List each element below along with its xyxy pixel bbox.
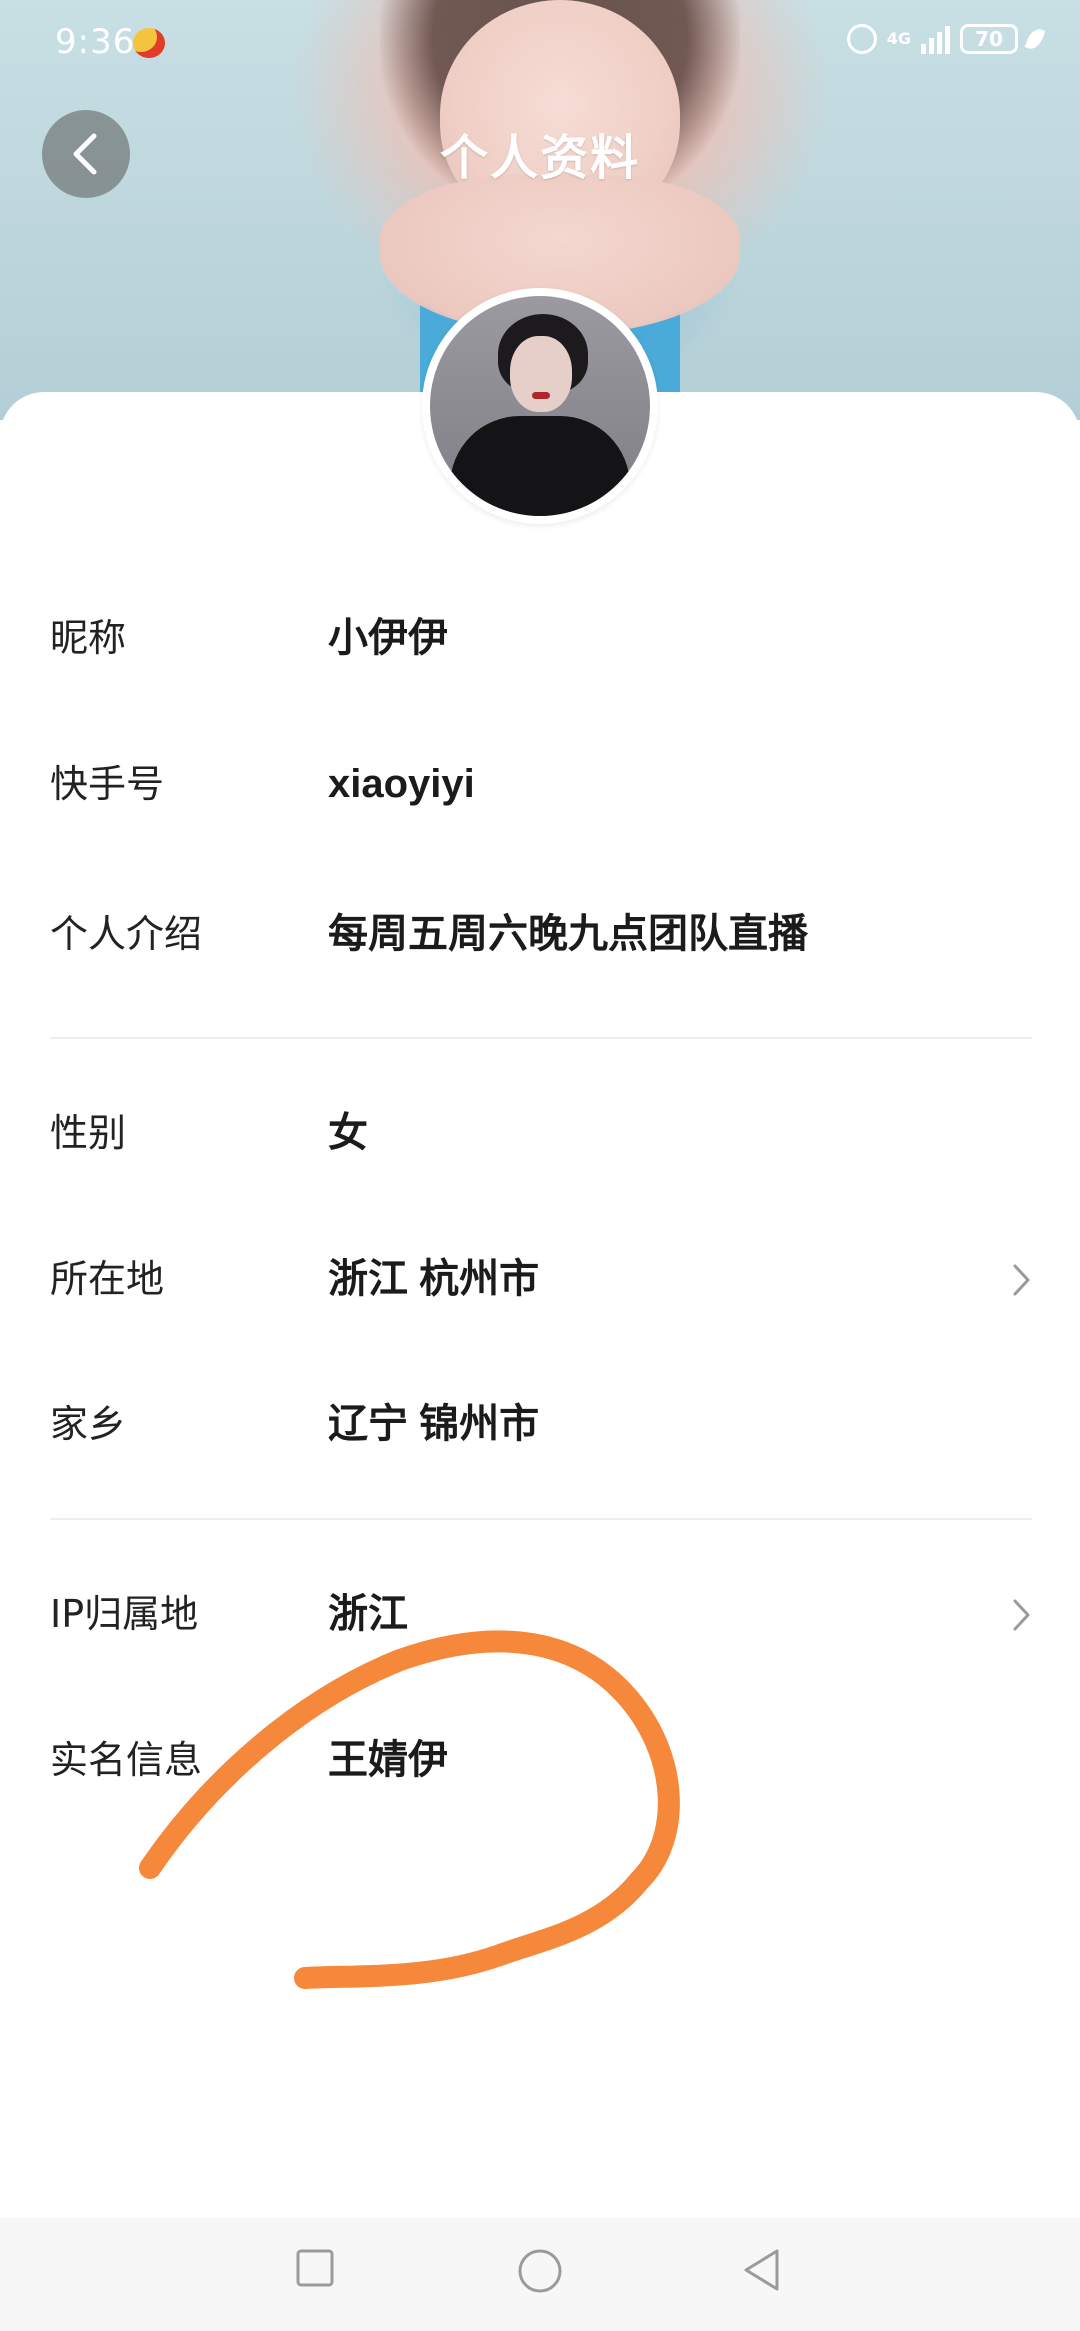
field-row-ip-location[interactable]: IP归属地 浙江 xyxy=(0,1574,1080,1654)
field-value: 小伊伊 xyxy=(328,616,448,660)
section-divider xyxy=(50,1037,1032,1039)
network-type: 4G xyxy=(886,29,911,48)
page-title: 个人资料 xyxy=(439,130,640,186)
leaf-icon xyxy=(1024,26,1046,52)
avatar[interactable] xyxy=(422,288,658,524)
section-divider xyxy=(50,1518,1032,1520)
field-row-hometown[interactable]: 家乡 辽宁 锦州市 xyxy=(0,1384,1080,1464)
avatar-photo xyxy=(430,296,650,516)
chevron-right-icon xyxy=(1013,1264,1030,1296)
field-label: 所在地 xyxy=(50,1257,165,1301)
alarm-icon xyxy=(846,24,877,54)
field-value: 辽宁 锦州市 xyxy=(328,1402,540,1446)
home-circle-icon[interactable] xyxy=(517,2248,563,2294)
field-row-real-name[interactable]: 实名信息 王婧伊 xyxy=(0,1720,1080,1800)
field-row-gender[interactable]: 性别 女 xyxy=(0,1093,1080,1173)
status-bar: 9:36 4G 70 xyxy=(0,0,1080,90)
field-row-location[interactable]: 所在地 浙江 杭州市 xyxy=(0,1239,1080,1319)
field-label: 实名信息 xyxy=(50,1738,203,1782)
back-triangle-icon[interactable] xyxy=(742,2248,782,2292)
field-value: 女 xyxy=(328,1111,368,1155)
field-label: 个人介绍 xyxy=(50,912,203,956)
field-value: 王婧伊 xyxy=(328,1738,448,1782)
field-value: 浙江 xyxy=(328,1592,408,1636)
field-value: 浙江 杭州市 xyxy=(328,1257,540,1301)
field-label: IP归属地 xyxy=(50,1592,199,1636)
field-value: xiaoyiyi xyxy=(328,762,475,806)
field-label: 性别 xyxy=(50,1111,127,1155)
battery-icon: 70 xyxy=(960,24,1018,54)
field-label: 昵称 xyxy=(50,616,127,660)
field-label: 家乡 xyxy=(50,1402,127,1446)
field-value: 每周五周六晚九点团队直播 xyxy=(328,912,808,956)
field-label: 快手号 xyxy=(50,762,165,806)
signal-icon xyxy=(921,24,950,54)
system-navigation-bar xyxy=(0,2218,1080,2331)
status-time: 9:36 xyxy=(55,22,136,62)
field-row-kuaishou-id[interactable]: 快手号 xiaoyiyi xyxy=(0,744,1080,824)
profile-card xyxy=(0,392,1080,2331)
field-row-bio[interactable]: 个人介绍 每周五周六晚九点团队直播 xyxy=(0,894,1080,974)
weibo-icon xyxy=(133,28,165,58)
battery-level: 70 xyxy=(975,27,1003,51)
field-row-nickname[interactable]: 昵称 小伊伊 xyxy=(0,598,1080,678)
chevron-right-icon xyxy=(1013,1599,1030,1631)
recents-square-icon[interactable] xyxy=(295,2248,335,2288)
